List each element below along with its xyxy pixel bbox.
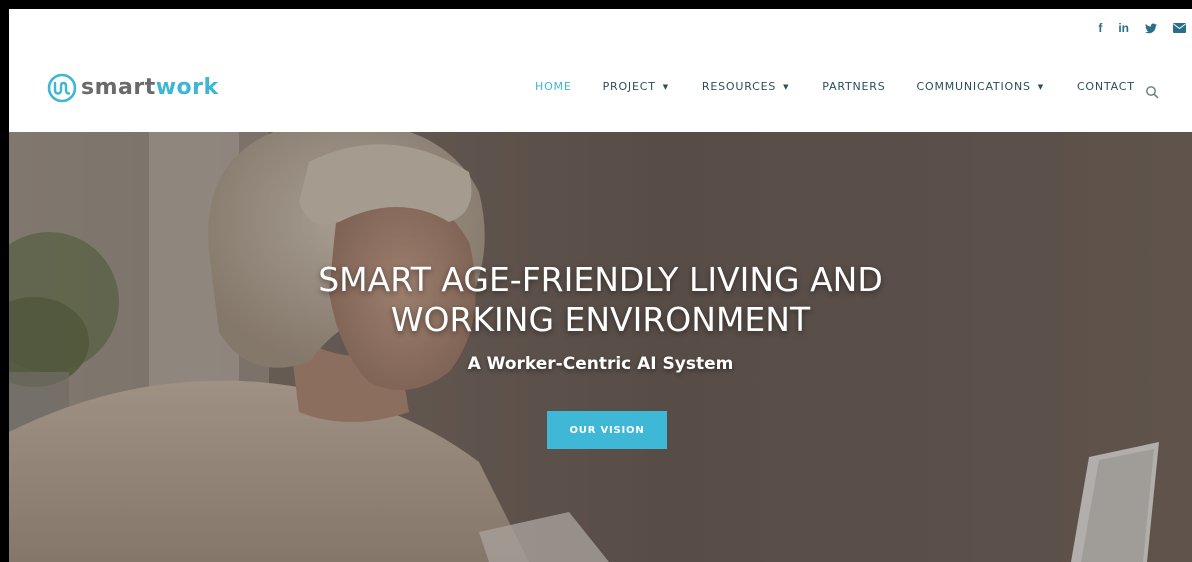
social-links: f in: [1098, 21, 1186, 35]
hero-title-line-2: WORKING ENVIRONMENT: [390, 300, 811, 339]
search-icon[interactable]: [1145, 85, 1159, 99]
hero-banner: SMART AGE-FRIENDLY LIVING AND WORKING EN…: [9, 132, 1192, 562]
logo-wordmark: smartwork: [81, 77, 219, 99]
page-frame: f in smartwork HOME PROJECT ▼ RESOURCES …: [9, 9, 1192, 562]
nav-item-communications[interactable]: COMMUNICATIONS ▼: [917, 80, 1044, 93]
logo-text-smart: smart: [81, 75, 156, 100]
chevron-down-icon: ▼: [783, 82, 790, 91]
email-icon[interactable]: [1173, 21, 1186, 35]
logo-icon: [47, 73, 77, 103]
nav-item-label: PARTNERS: [822, 80, 886, 93]
hero-overlay: [9, 132, 1192, 562]
our-vision-button[interactable]: OUR VISION: [547, 411, 667, 449]
site-logo[interactable]: smartwork: [47, 73, 219, 103]
nav-item-partners[interactable]: PARTNERS: [822, 80, 885, 93]
hero-title-line-1: SMART AGE-FRIENDLY LIVING AND: [318, 260, 883, 299]
linkedin-icon[interactable]: in: [1118, 21, 1129, 35]
chevron-down-icon: ▼: [662, 82, 669, 91]
hero-subtitle: A Worker-Centric AI System: [467, 354, 734, 374]
chevron-down-icon: ▼: [1037, 82, 1044, 91]
logo-text-work: work: [155, 75, 219, 100]
nav-item-label: HOME: [535, 80, 572, 93]
main-nav: HOME PROJECT ▼ RESOURCES ▼ PARTNERS COMM…: [535, 80, 1135, 93]
nav-item-label: PROJECT: [602, 80, 656, 93]
nav-item-label: RESOURCES: [701, 80, 777, 93]
nav-item-contact[interactable]: CONTACT: [1077, 80, 1135, 93]
nav-item-label: CONTACT: [1076, 80, 1135, 93]
facebook-icon[interactable]: f: [1098, 21, 1102, 35]
nav-item-resources[interactable]: RESOURCES ▼: [702, 80, 789, 93]
hero-title: SMART AGE-FRIENDLY LIVING AND WORKING EN…: [9, 260, 1192, 340]
nav-item-label: COMMUNICATIONS: [916, 80, 1031, 93]
twitter-icon[interactable]: [1145, 21, 1157, 35]
nav-item-home[interactable]: HOME: [535, 80, 572, 93]
nav-item-project[interactable]: PROJECT ▼: [603, 80, 669, 93]
site-header: f in smartwork HOME PROJECT ▼ RESOURCES …: [9, 9, 1192, 132]
